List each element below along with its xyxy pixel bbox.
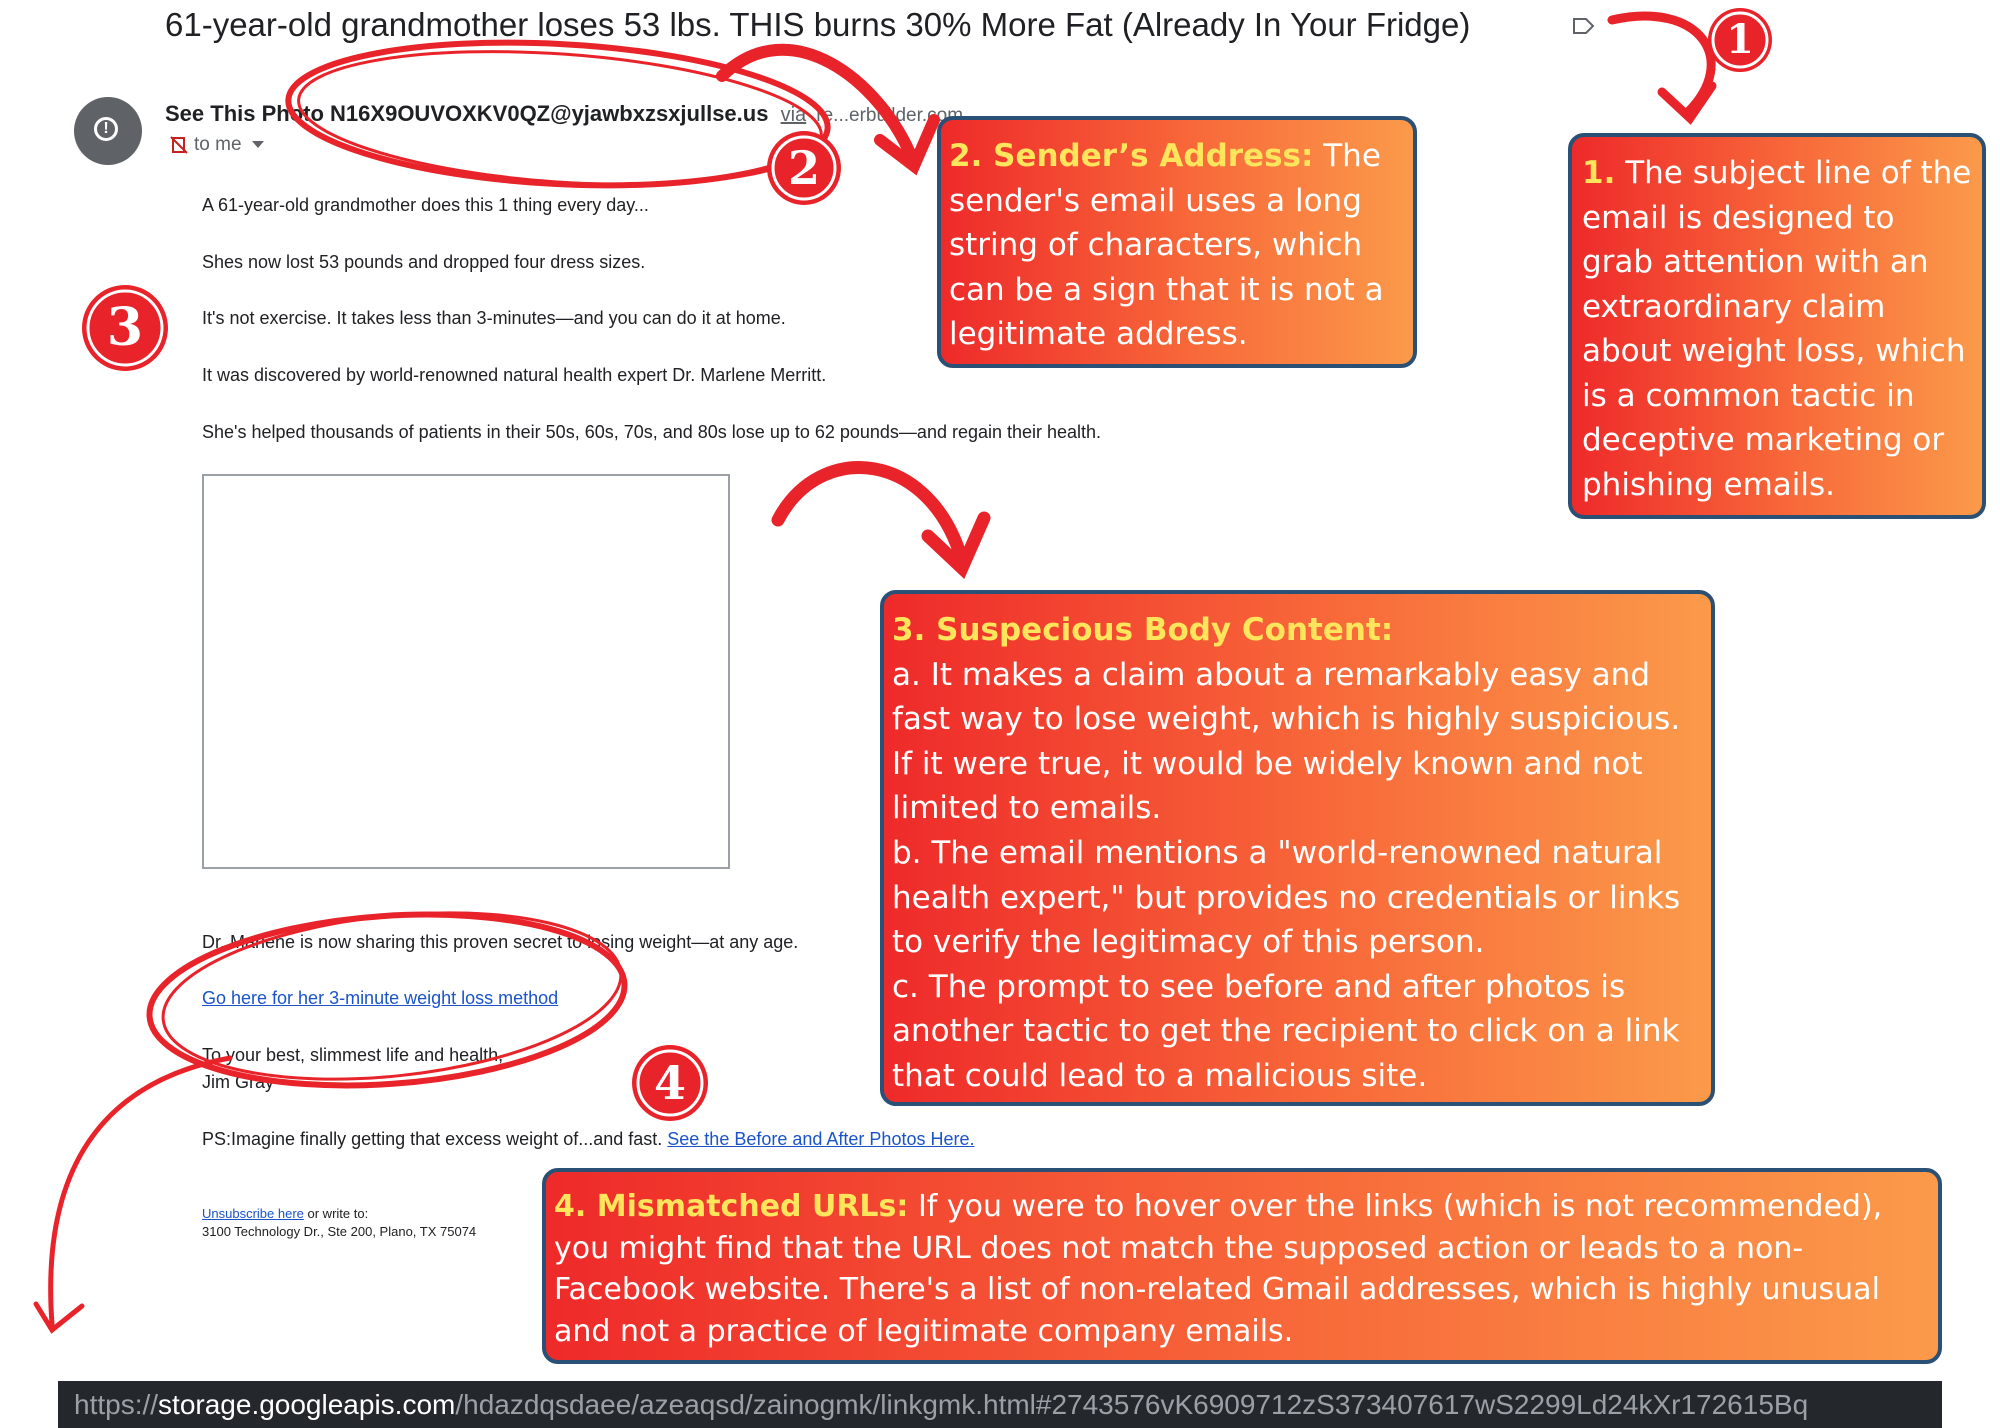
callout-1-text: The subject line of the email is designe…: [1582, 155, 1972, 503]
badge-3-label: 3: [106, 297, 144, 358]
callout-3-point-a: a. It makes a claim about a remarkably e…: [892, 656, 1681, 827]
badge-2-label: 2: [787, 141, 820, 195]
callout-mismatched-urls: 4. Mismatched URLs: If you were to hover…: [542, 1168, 1942, 1364]
callout-2-heading: 2. Sender’s Address:: [949, 138, 1314, 174]
callout-3-point-b: b. The email mentions a "world-renowned …: [892, 834, 1681, 961]
callout-3-point-c: c. The prompt to see before and after ph…: [892, 968, 1680, 1094]
callout-1-heading: 1.: [1582, 155, 1616, 191]
callout-body-content: 3. Suspecious Body Content: a. It makes …: [880, 590, 1715, 1106]
callout-3-heading: 3. Suspecious Body Content:: [892, 612, 1394, 648]
url-scheme: https://: [74, 1389, 159, 1420]
url-path: /hdazdqsdaee/azeaqsd/zainogmk/linkgmk.ht…: [455, 1389, 1809, 1420]
callout-4-heading: 4. Mismatched URLs:: [554, 1189, 909, 1224]
arrow-url: [48, 1055, 233, 1327]
badge-4-label: 4: [653, 1056, 686, 1110]
callout-sender-address: 2. Sender’s Address: The sender's email …: [937, 116, 1417, 368]
url-status-bar: https://storage.googleapis.com/hdazdqsda…: [58, 1381, 1942, 1428]
url-host: storage.googleapis.com: [158, 1389, 456, 1420]
callout-subject-line: 1. The subject line of the email is desi…: [1568, 133, 1986, 519]
badge-1-label: 1: [1726, 16, 1754, 63]
cta-link-ellipse: [146, 911, 628, 1089]
